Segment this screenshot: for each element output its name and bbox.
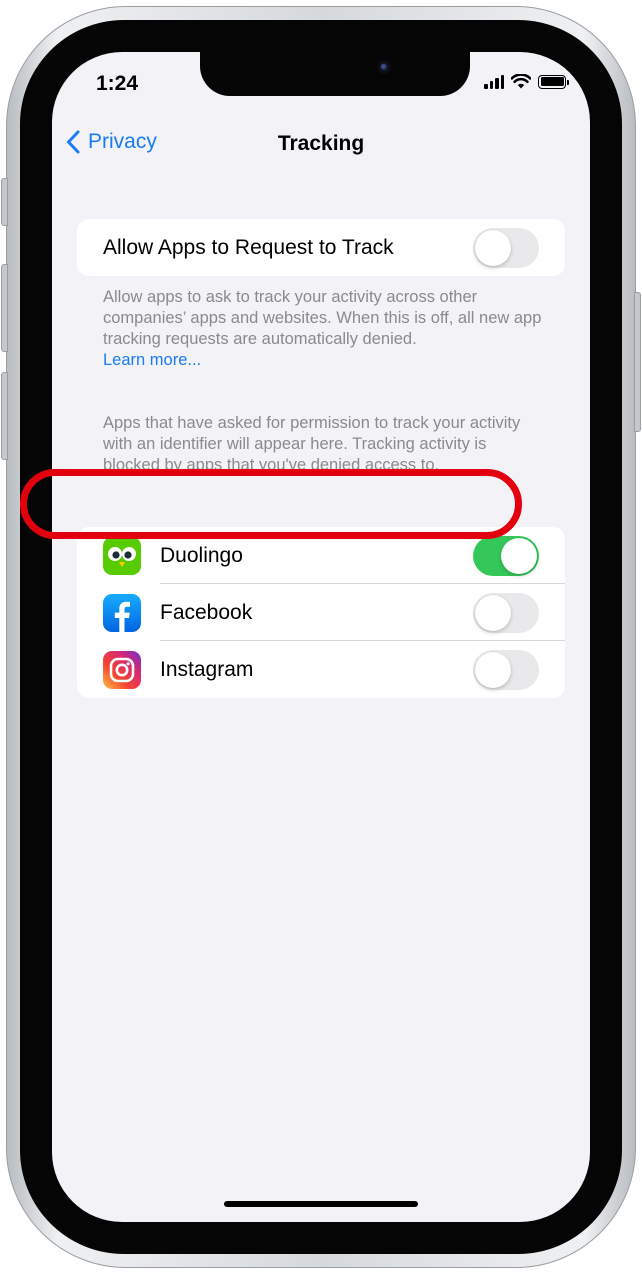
- instagram-tracking-toggle[interactable]: [473, 649, 539, 690]
- volume-down-button: [1, 372, 8, 460]
- allow-tracking-group: Allow Apps to Request to Track: [77, 219, 565, 276]
- duolingo-tracking-toggle[interactable]: [473, 535, 539, 576]
- app-row-instagram: Instagram: [77, 641, 565, 698]
- allow-tracking-toggle[interactable]: [473, 227, 539, 268]
- notch: [200, 52, 470, 96]
- apps-section-header: Apps that have asked for permission to t…: [103, 414, 521, 474]
- instagram-camera-icon: [103, 650, 141, 689]
- description-text: Allow apps to ask to track your activity…: [103, 288, 542, 348]
- apps-list: Duolingo Facebook Instagram: [77, 527, 565, 698]
- page-title: Tracking: [277, 132, 365, 155]
- app-name-instagram: Instagram: [160, 657, 254, 681]
- app-row-facebook: Facebook: [77, 584, 565, 641]
- facebook-tracking-toggle[interactable]: [473, 592, 539, 633]
- app-name-duolingo: Duolingo: [160, 543, 243, 567]
- side-button: [634, 292, 641, 432]
- app-name-facebook: Facebook: [160, 600, 253, 624]
- status-time: 1:24: [96, 72, 139, 95]
- learn-more-link[interactable]: Learn more...: [103, 351, 201, 369]
- status-icons: [484, 74, 569, 89]
- toggle-knob: [475, 229, 511, 266]
- toggle-knob: [475, 594, 511, 631]
- allow-tracking-label: Allow Apps to Request to Track: [103, 235, 394, 259]
- toggle-knob: [501, 537, 537, 574]
- highlight-circle-annotation: [20, 469, 522, 539]
- cellular-signal-icon: [484, 74, 504, 89]
- wifi-icon: [511, 74, 531, 89]
- allow-tracking-description: Allow apps to ask to track your activity…: [103, 287, 543, 371]
- battery-icon: [538, 74, 569, 89]
- duolingo-owl-icon: [103, 536, 141, 575]
- front-camera: [377, 60, 391, 74]
- toggle-knob: [475, 651, 511, 688]
- home-indicator[interactable]: [224, 1201, 418, 1207]
- silent-switch: [1, 178, 8, 226]
- screen: 1:24 Privacy Tracking Allow Apps to Requ…: [52, 52, 590, 1222]
- facebook-f-icon: [103, 593, 141, 632]
- allow-tracking-row: Allow Apps to Request to Track: [77, 219, 565, 276]
- volume-up-button: [1, 264, 8, 352]
